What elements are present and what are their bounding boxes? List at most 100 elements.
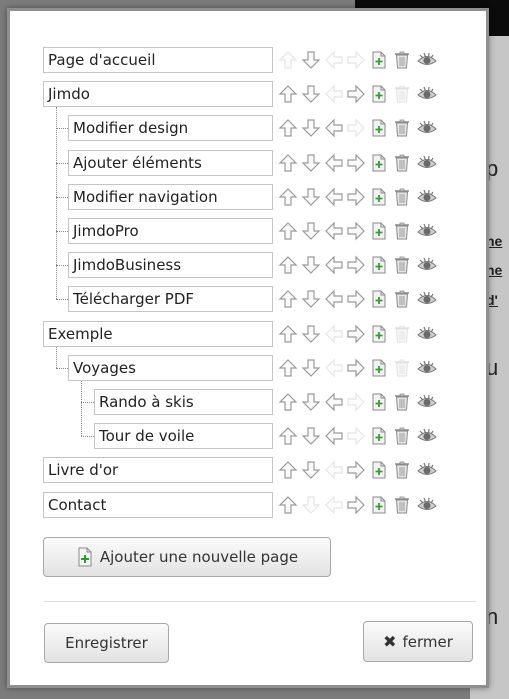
arrow-down-icon[interactable] — [301, 289, 321, 309]
arrow-down-icon[interactable] — [301, 221, 321, 241]
trash-icon[interactable] — [392, 255, 412, 275]
arrow-down-icon[interactable] — [301, 358, 321, 378]
visibility-eye-icon[interactable] — [417, 118, 437, 138]
visibility-eye-icon[interactable] — [417, 324, 437, 344]
trash-icon[interactable] — [392, 289, 412, 309]
page-title-field[interactable]: Modifier design — [68, 115, 273, 142]
visibility-eye-icon[interactable] — [417, 187, 437, 207]
arrow-down-icon[interactable] — [301, 426, 321, 446]
arrow-down-icon[interactable] — [301, 50, 321, 70]
arrow-left-icon[interactable] — [324, 392, 344, 412]
visibility-eye-icon[interactable] — [417, 460, 437, 480]
add-subpage-icon[interactable] — [369, 392, 389, 412]
arrow-left-icon[interactable] — [324, 118, 344, 138]
trash-icon[interactable] — [392, 426, 412, 446]
arrow-down-icon[interactable] — [301, 392, 321, 412]
visibility-eye-icon[interactable] — [417, 358, 437, 378]
add-subpage-icon[interactable] — [369, 460, 389, 480]
page-title-field[interactable]: Rando à skis — [94, 389, 273, 415]
add-subpage-icon[interactable] — [369, 289, 389, 309]
visibility-eye-icon[interactable] — [417, 50, 437, 70]
arrow-up-icon[interactable] — [278, 187, 298, 207]
add-subpage-icon[interactable] — [369, 426, 389, 446]
arrow-right-icon[interactable] — [346, 153, 366, 173]
visibility-eye-icon[interactable] — [417, 289, 437, 309]
arrow-up-icon[interactable] — [278, 324, 298, 344]
arrow-up-icon[interactable] — [278, 255, 298, 275]
page-title-field[interactable]: Contact — [43, 491, 273, 518]
add-subpage-icon[interactable] — [369, 50, 389, 70]
page-title-field[interactable]: Jimdo — [43, 81, 273, 108]
visibility-eye-icon[interactable] — [417, 153, 437, 173]
page-title-field[interactable]: Exemple — [43, 320, 273, 347]
page-title-field[interactable]: JimdoPro — [68, 218, 273, 244]
page-title-field[interactable]: JimdoBusiness — [68, 252, 273, 279]
page-title-field[interactable]: Voyages — [68, 354, 273, 381]
arrow-left-icon[interactable] — [324, 426, 344, 446]
visibility-eye-icon[interactable] — [417, 392, 437, 412]
arrow-right-icon[interactable] — [346, 324, 366, 344]
page-title-field[interactable]: Page d'accueil — [43, 47, 273, 73]
trash-icon[interactable] — [392, 50, 412, 70]
visibility-eye-icon[interactable] — [417, 255, 437, 275]
arrow-left-icon[interactable] — [324, 255, 344, 275]
arrow-right-icon[interactable] — [346, 84, 366, 104]
close-button[interactable]: ✖ fermer — [363, 621, 473, 662]
arrow-up-icon[interactable] — [278, 495, 298, 515]
trash-icon[interactable] — [392, 187, 412, 207]
arrow-left-icon[interactable] — [324, 187, 344, 207]
add-subpage-icon[interactable] — [369, 153, 389, 173]
add-subpage-icon[interactable] — [369, 187, 389, 207]
page-title-field[interactable]: Télécharger PDF — [68, 286, 273, 313]
arrow-left-icon[interactable] — [324, 289, 344, 309]
arrow-down-icon[interactable] — [301, 153, 321, 173]
arrow-up-icon[interactable] — [278, 289, 298, 309]
add-subpage-icon[interactable] — [369, 84, 389, 104]
add-page-button[interactable]: Ajouter une nouvelle page — [43, 537, 331, 577]
arrow-left-icon[interactable] — [324, 153, 344, 173]
arrow-right-icon[interactable] — [346, 221, 366, 241]
trash-icon[interactable] — [392, 221, 412, 241]
arrow-down-icon[interactable] — [301, 84, 321, 104]
trash-icon[interactable] — [392, 153, 412, 173]
page-title-field[interactable]: Tour de voile — [94, 423, 273, 450]
add-subpage-icon[interactable] — [369, 324, 389, 344]
add-subpage-icon[interactable] — [369, 255, 389, 275]
trash-icon[interactable] — [392, 495, 412, 515]
add-subpage-icon[interactable] — [369, 221, 389, 241]
visibility-eye-icon[interactable] — [417, 221, 437, 241]
arrow-down-icon[interactable] — [301, 255, 321, 275]
arrow-up-icon[interactable] — [278, 84, 298, 104]
trash-icon[interactable] — [392, 460, 412, 480]
add-subpage-icon[interactable] — [369, 358, 389, 378]
arrow-up-icon[interactable] — [278, 460, 298, 480]
save-button[interactable]: Enregistrer — [44, 623, 169, 663]
arrow-right-icon[interactable] — [346, 358, 366, 378]
arrow-up-icon[interactable] — [278, 118, 298, 138]
visibility-eye-icon[interactable] — [417, 495, 437, 515]
arrow-left-icon[interactable] — [324, 221, 344, 241]
page-title-field[interactable]: Livre d'or — [43, 457, 273, 484]
page-title-field[interactable]: Modifier navigation — [68, 183, 273, 210]
arrow-up-icon[interactable] — [278, 221, 298, 241]
trash-icon[interactable] — [392, 118, 412, 138]
arrow-right-icon[interactable] — [346, 460, 366, 480]
trash-icon[interactable] — [392, 392, 412, 412]
arrow-right-icon[interactable] — [346, 495, 366, 515]
arrow-right-icon[interactable] — [346, 255, 366, 275]
arrow-up-icon[interactable] — [278, 358, 298, 378]
add-subpage-icon[interactable] — [369, 495, 389, 515]
page-title-field[interactable]: Ajouter éléments — [68, 149, 273, 176]
arrow-right-icon[interactable] — [346, 187, 366, 207]
arrow-up-icon[interactable] — [278, 426, 298, 446]
arrow-down-icon[interactable] — [301, 187, 321, 207]
arrow-down-icon[interactable] — [301, 324, 321, 344]
arrow-up-icon[interactable] — [278, 392, 298, 412]
visibility-eye-icon[interactable] — [417, 426, 437, 446]
arrow-right-icon[interactable] — [346, 289, 366, 309]
visibility-eye-icon[interactable] — [417, 84, 437, 104]
add-subpage-icon[interactable] — [369, 118, 389, 138]
arrow-down-icon[interactable] — [301, 118, 321, 138]
arrow-up-icon[interactable] — [278, 153, 298, 173]
arrow-down-icon[interactable] — [301, 460, 321, 480]
